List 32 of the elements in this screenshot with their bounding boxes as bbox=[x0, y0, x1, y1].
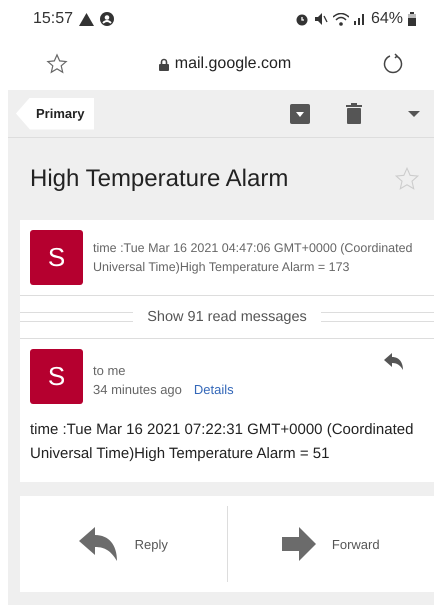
dropdown-caret-icon[interactable] bbox=[408, 110, 420, 116]
archive-icon[interactable] bbox=[290, 104, 310, 124]
battery-percent: 64% bbox=[370, 10, 403, 28]
wifi-icon bbox=[332, 12, 349, 26]
details-link[interactable]: Details bbox=[194, 382, 234, 396]
star-outline-icon[interactable] bbox=[394, 166, 420, 192]
message-age: 34 minutes ago bbox=[93, 382, 182, 396]
email-subject: High Temperature Alarm bbox=[30, 165, 288, 193]
account-icon bbox=[100, 12, 114, 26]
forward-arrow-icon bbox=[282, 527, 316, 561]
delete-icon[interactable] bbox=[346, 103, 362, 124]
forward-button[interactable]: Forward bbox=[226, 506, 434, 582]
battery-icon bbox=[408, 12, 416, 26]
reply-icon[interactable] bbox=[384, 353, 404, 370]
clock-time: 15:57 bbox=[33, 10, 74, 28]
reply-arrow-icon bbox=[78, 527, 119, 561]
back-to-primary-button[interactable]: Primary bbox=[16, 98, 94, 130]
show-read-messages-button[interactable]: Show 91 read messages bbox=[133, 309, 321, 325]
url-text[interactable]: mail.google.com bbox=[174, 55, 292, 73]
star-outline-icon[interactable] bbox=[46, 53, 68, 75]
warning-icon bbox=[79, 12, 94, 26]
lock-icon bbox=[158, 58, 169, 70]
sender-avatar: S bbox=[30, 349, 83, 404]
signal-icon bbox=[354, 13, 366, 25]
reload-icon[interactable] bbox=[382, 53, 404, 75]
message-snippet[interactable]: time :Tue Mar 16 2021 04:47:06 GMT+0000 (Coordinated Universal Time)High Temperature Alarm = 173 bbox=[93, 238, 424, 276]
mute-icon bbox=[314, 12, 328, 26]
message-body: time :Tue Mar 16 2021 07:22:31 GMT+0000 (Coordinated Universal Time)High Temperature Alarm = 51 bbox=[29, 420, 414, 464]
recipient-text: to me bbox=[93, 362, 127, 378]
sender-avatar: S bbox=[30, 230, 83, 285]
alarm-icon bbox=[294, 12, 309, 26]
reply-button[interactable]: Reply bbox=[20, 506, 226, 582]
